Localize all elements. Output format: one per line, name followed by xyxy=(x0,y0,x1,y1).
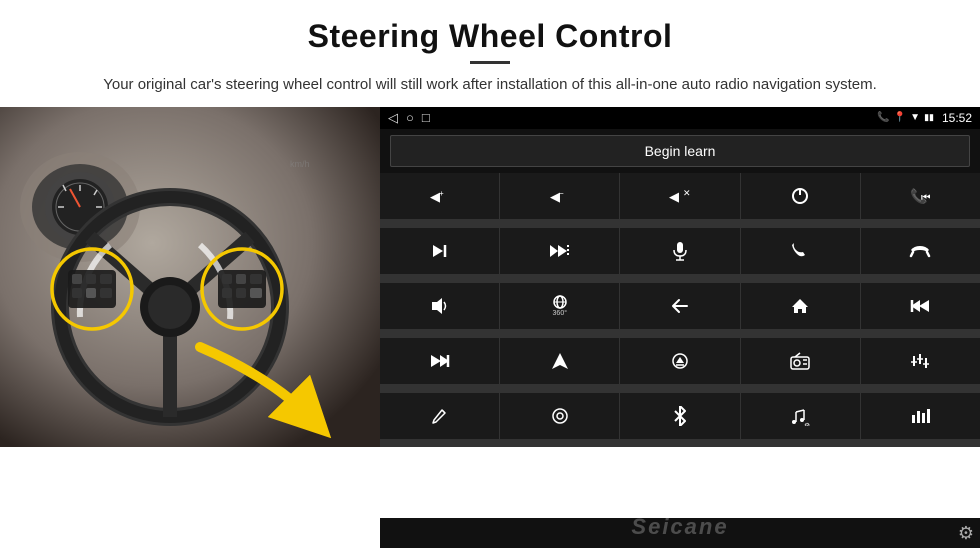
begin-learn-button[interactable]: Begin learn xyxy=(390,135,970,167)
status-bar-right: 📞 📍 ▼ ▮▮ 15:52 xyxy=(877,111,972,125)
phone-icon: 📞 xyxy=(877,112,889,123)
content-area: km/h ◁ ○ □ 📞 📍 ▼ ▮▮ 1 xyxy=(0,107,980,548)
svg-text:✕: ✕ xyxy=(683,188,691,198)
ctrl-edit[interactable] xyxy=(380,393,499,439)
svg-text:⚙: ⚙ xyxy=(804,422,810,426)
ctrl-prev[interactable]: 📞⏮ xyxy=(861,173,980,219)
ctrl-mic[interactable] xyxy=(620,228,739,274)
svg-text:◀: ◀ xyxy=(669,189,679,204)
svg-text:km/h: km/h xyxy=(290,159,310,169)
android-screen: ◁ ○ □ 📞 📍 ▼ ▮▮ 15:52 Begin learn xyxy=(380,107,980,447)
location-icon: 📍 xyxy=(894,112,906,123)
ctrl-audio-levels[interactable] xyxy=(861,393,980,439)
car-steering-wheel-image: km/h xyxy=(0,107,380,447)
ctrl-eject[interactable] xyxy=(620,338,739,384)
controls-grid: ◀+ ◀− ◀✕ 📞⏮ xyxy=(380,173,980,447)
android-screen-wrapper: ◁ ○ □ 📞 📍 ▼ ▮▮ 15:52 Begin learn xyxy=(380,107,980,548)
ctrl-skip-next[interactable] xyxy=(380,338,499,384)
svg-text:⏮: ⏮ xyxy=(921,192,930,204)
recents-nav-icon[interactable]: □ xyxy=(422,110,430,125)
bottom-bar: Seicane ⚙ xyxy=(380,518,980,548)
ctrl-eq[interactable] xyxy=(861,338,980,384)
car-image-area: km/h xyxy=(0,107,380,447)
seicane-watermark: Seicane xyxy=(631,514,728,540)
svg-text:−: − xyxy=(559,189,564,198)
ctrl-hangup[interactable] xyxy=(861,228,980,274)
ctrl-speaker[interactable] xyxy=(380,283,499,329)
ctrl-next-track[interactable] xyxy=(380,228,499,274)
ctrl-call[interactable] xyxy=(741,228,860,274)
status-bar: ◁ ○ □ 📞 📍 ▼ ▮▮ 15:52 xyxy=(380,107,980,129)
ctrl-vol-down[interactable]: ◀− xyxy=(500,173,619,219)
home-nav-icon[interactable]: ○ xyxy=(406,110,414,125)
ctrl-bluetooth[interactable] xyxy=(620,393,739,439)
ctrl-rewind[interactable] xyxy=(861,283,980,329)
ctrl-360[interactable]: 360° xyxy=(500,283,619,329)
ctrl-music[interactable]: ⚙ xyxy=(741,393,860,439)
ctrl-vol-up[interactable]: ◀+ xyxy=(380,173,499,219)
ctrl-settings-circle[interactable] xyxy=(500,393,619,439)
back-nav-icon[interactable]: ◁ xyxy=(388,110,398,126)
begin-learn-row: Begin learn xyxy=(380,129,980,173)
signal-icon: ▮▮ xyxy=(924,112,934,123)
gear-icon[interactable]: ⚙ xyxy=(958,523,974,544)
clock-display: 15:52 xyxy=(942,111,972,125)
wifi-icon: ▼ xyxy=(910,112,920,123)
subtitle: Your original car's steering wheel contr… xyxy=(80,74,900,97)
ctrl-mute[interactable]: ◀✕ xyxy=(620,173,739,219)
header-section: Steering Wheel Control Your original car… xyxy=(0,0,980,107)
ctrl-radio[interactable] xyxy=(741,338,860,384)
page-title: Steering Wheel Control xyxy=(60,18,920,55)
ctrl-fast-forward[interactable] xyxy=(500,228,619,274)
ctrl-navigate[interactable] xyxy=(500,338,619,384)
ctrl-power[interactable] xyxy=(741,173,860,219)
svg-text:+: + xyxy=(439,189,444,198)
ctrl-back[interactable] xyxy=(620,283,739,329)
page-wrapper: Steering Wheel Control Your original car… xyxy=(0,0,980,548)
ctrl-home[interactable] xyxy=(741,283,860,329)
status-bar-nav: ◁ ○ □ xyxy=(388,110,430,126)
title-divider xyxy=(470,61,510,64)
